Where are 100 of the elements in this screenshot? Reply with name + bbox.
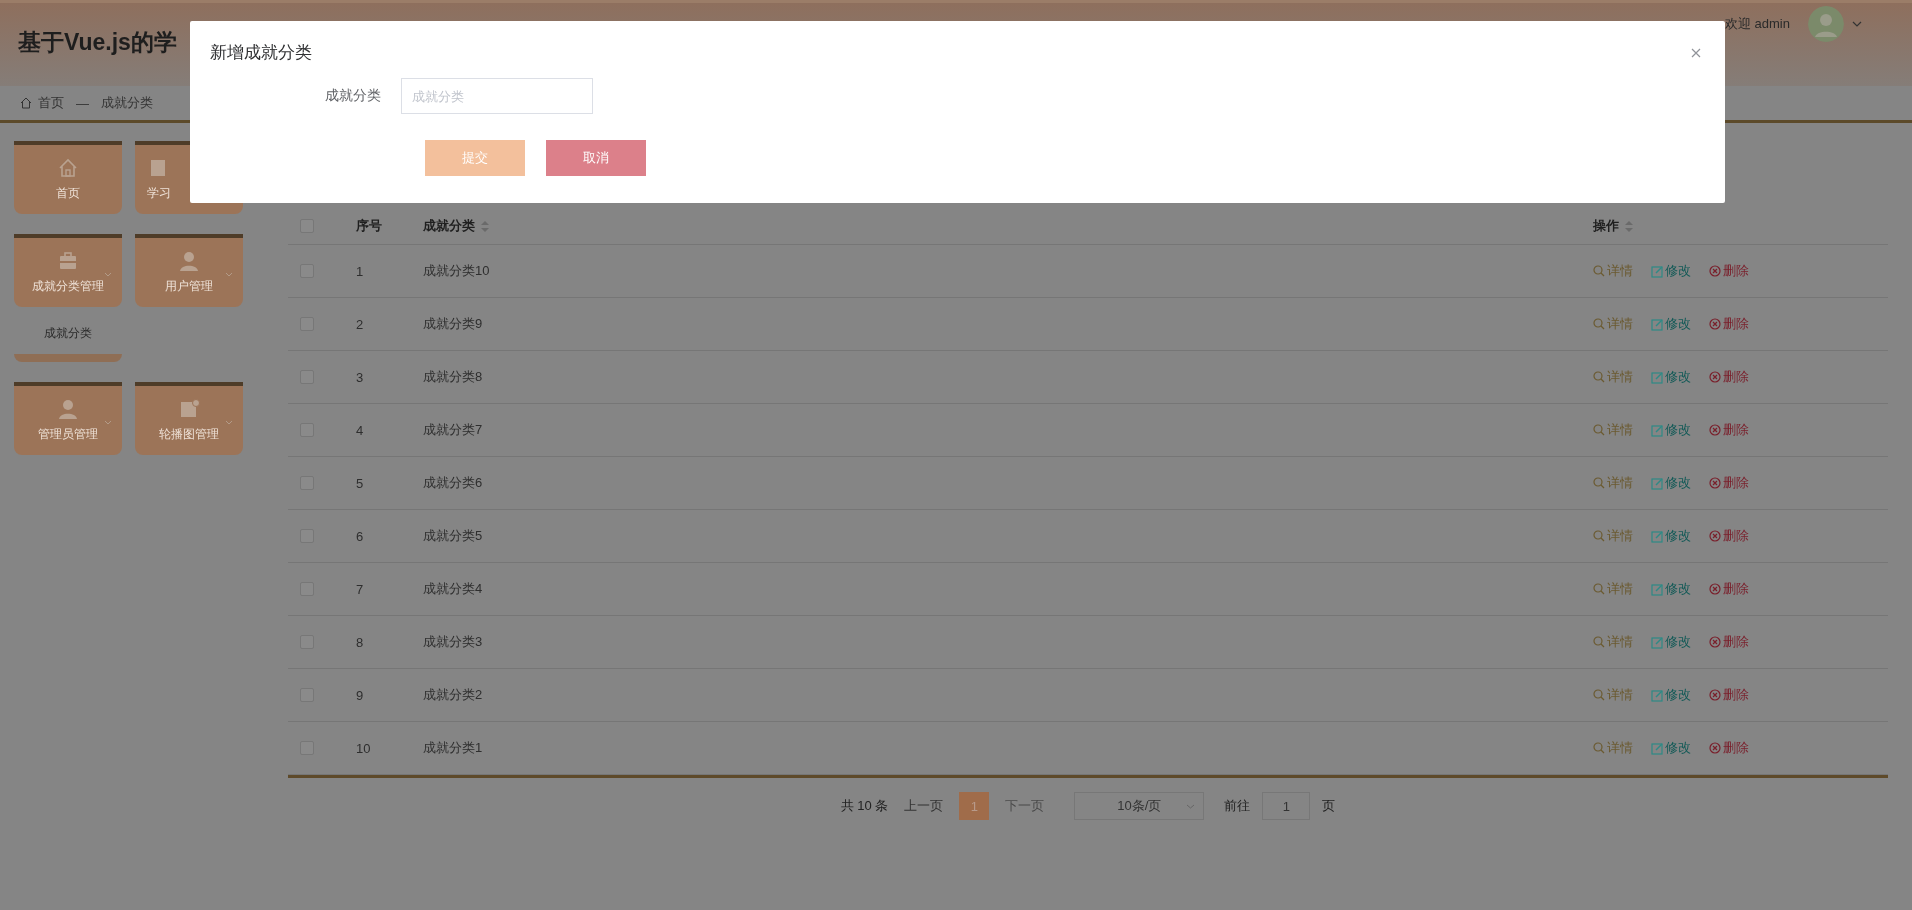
- table-cell: 9: [356, 687, 364, 703]
- delete-link[interactable]: 删除: [1723, 262, 1749, 280]
- table-cell: 成就分类9: [423, 315, 483, 333]
- edit-icon: [1651, 529, 1663, 543]
- user-icon: [178, 250, 200, 272]
- detail-link[interactable]: 详情: [1607, 633, 1633, 651]
- menu-tile[interactable]: 管理员管理: [14, 382, 122, 455]
- edit-link[interactable]: 修改: [1665, 474, 1691, 492]
- delete-link[interactable]: 删除: [1723, 421, 1749, 439]
- breadcrumb-link[interactable]: 成就分类: [101, 94, 153, 112]
- edit-link[interactable]: 修改: [1665, 368, 1691, 386]
- table-cell: 成就分类3: [423, 633, 483, 651]
- column-header[interactable]: 序号: [356, 217, 382, 235]
- delete-link[interactable]: 删除: [1723, 580, 1749, 598]
- edit-link[interactable]: 修改: [1665, 686, 1691, 704]
- close-circle-icon: [1709, 476, 1721, 490]
- table-cell: 成就分类6: [423, 474, 483, 492]
- page-suffix: 页: [1322, 797, 1336, 815]
- edit-link[interactable]: 修改: [1665, 262, 1691, 280]
- search-icon: [1593, 688, 1605, 702]
- detail-link[interactable]: 详情: [1607, 474, 1633, 492]
- breadcrumb-separator: —: [76, 95, 89, 111]
- edit-link[interactable]: 修改: [1665, 739, 1691, 757]
- detail-link[interactable]: 详情: [1607, 739, 1633, 757]
- menu-label: 轮播图管理: [159, 426, 219, 443]
- close-circle-icon: [1709, 423, 1721, 437]
- table-cell: 成就分类5: [423, 527, 483, 545]
- close-circle-icon: [1709, 688, 1721, 702]
- chevron-down-icon: [1852, 20, 1862, 27]
- page-input[interactable]: 1: [1262, 792, 1311, 820]
- edit-link[interactable]: 修改: [1665, 633, 1691, 651]
- dialog-title: 新增成就分类: [210, 42, 312, 64]
- field-label: 成就分类: [325, 87, 381, 105]
- table-cell: 成就分类7: [423, 421, 483, 439]
- detail-link[interactable]: 详情: [1607, 421, 1633, 439]
- table-cell: 成就分类8: [423, 368, 483, 386]
- detail-link[interactable]: 详情: [1607, 580, 1633, 598]
- table-cell: 4: [356, 422, 364, 438]
- detail-link[interactable]: 详情: [1607, 527, 1633, 545]
- close-icon[interactable]: [1691, 47, 1701, 58]
- table-cell: 成就分类2: [423, 686, 483, 704]
- menu-label: 管理员管理: [38, 426, 98, 443]
- search-icon: [1593, 370, 1605, 384]
- menu-tile[interactable]: 轮播图管理: [135, 382, 243, 455]
- detail-link[interactable]: 详情: [1607, 368, 1633, 386]
- home-icon: [20, 97, 32, 109]
- edit-icon: [1651, 635, 1663, 649]
- delete-link[interactable]: 删除: [1723, 686, 1749, 704]
- menu-label: 成就分类管理: [32, 278, 104, 295]
- edit-icon: [1651, 317, 1663, 331]
- table-cell: 成就分类4: [423, 580, 483, 598]
- chevron-down-icon: [1186, 804, 1196, 809]
- delete-link[interactable]: 删除: [1723, 527, 1749, 545]
- column-header[interactable]: 操作: [1593, 217, 1633, 235]
- edit-icon: [1651, 582, 1663, 596]
- close-circle-icon: [1709, 529, 1721, 543]
- breadcrumb-link[interactable]: 首页: [38, 94, 64, 112]
- table-cell: 5: [356, 475, 364, 491]
- edit-link[interactable]: 修改: [1665, 580, 1691, 598]
- user-icon: [57, 398, 79, 420]
- table-cell: 成就分类1: [423, 739, 483, 757]
- table-cell: 8: [356, 634, 364, 650]
- edit-link[interactable]: 修改: [1665, 527, 1691, 545]
- submenu-item[interactable]: 成就分类: [44, 321, 92, 346]
- page-number[interactable]: 1: [959, 792, 990, 820]
- cancel-button[interactable]: 取消: [546, 140, 646, 176]
- edit-link[interactable]: 修改: [1665, 315, 1691, 333]
- delete-link[interactable]: 删除: [1723, 474, 1749, 492]
- delete-link[interactable]: 删除: [1723, 633, 1749, 651]
- page-size-select[interactable]: 10条/页: [1074, 792, 1205, 820]
- delete-link[interactable]: 删除: [1723, 315, 1749, 333]
- detail-link[interactable]: 详情: [1607, 686, 1633, 704]
- menu-label: 首页: [56, 185, 80, 202]
- edit-link[interactable]: 修改: [1665, 421, 1691, 439]
- image-icon: [178, 398, 200, 420]
- avatar-icon: [1808, 5, 1844, 42]
- edit-icon: [1651, 741, 1663, 755]
- column-header[interactable]: 成就分类: [423, 217, 489, 235]
- delete-link[interactable]: 删除: [1723, 368, 1749, 386]
- input-field[interactable]: 成就分类: [401, 78, 593, 114]
- detail-link[interactable]: 详情: [1607, 262, 1633, 280]
- close-circle-icon: [1709, 264, 1721, 278]
- edit-icon: [1651, 264, 1663, 278]
- close-circle-icon: [1709, 370, 1721, 384]
- menu-tile[interactable]: 成就分类管理: [14, 234, 122, 307]
- menu-label: 学习: [147, 185, 171, 202]
- edit-icon: [1651, 423, 1663, 437]
- close-circle-icon: [1709, 317, 1721, 331]
- submit-button[interactable]: 提交: [425, 140, 525, 176]
- table-cell: 1: [356, 263, 364, 279]
- table-cell: 6: [356, 528, 364, 544]
- table-cell: 7: [356, 581, 364, 597]
- menu-tile[interactable]: 首页: [14, 141, 122, 214]
- welcome-text: 欢迎 admin: [1724, 14, 1790, 33]
- menu-tile[interactable]: 用户管理: [135, 234, 243, 307]
- detail-link[interactable]: 详情: [1607, 315, 1633, 333]
- chevron-icon: [225, 420, 233, 425]
- edit-icon: [1651, 476, 1663, 490]
- goto-label: 前往: [1224, 797, 1251, 815]
- delete-link[interactable]: 删除: [1723, 739, 1749, 757]
